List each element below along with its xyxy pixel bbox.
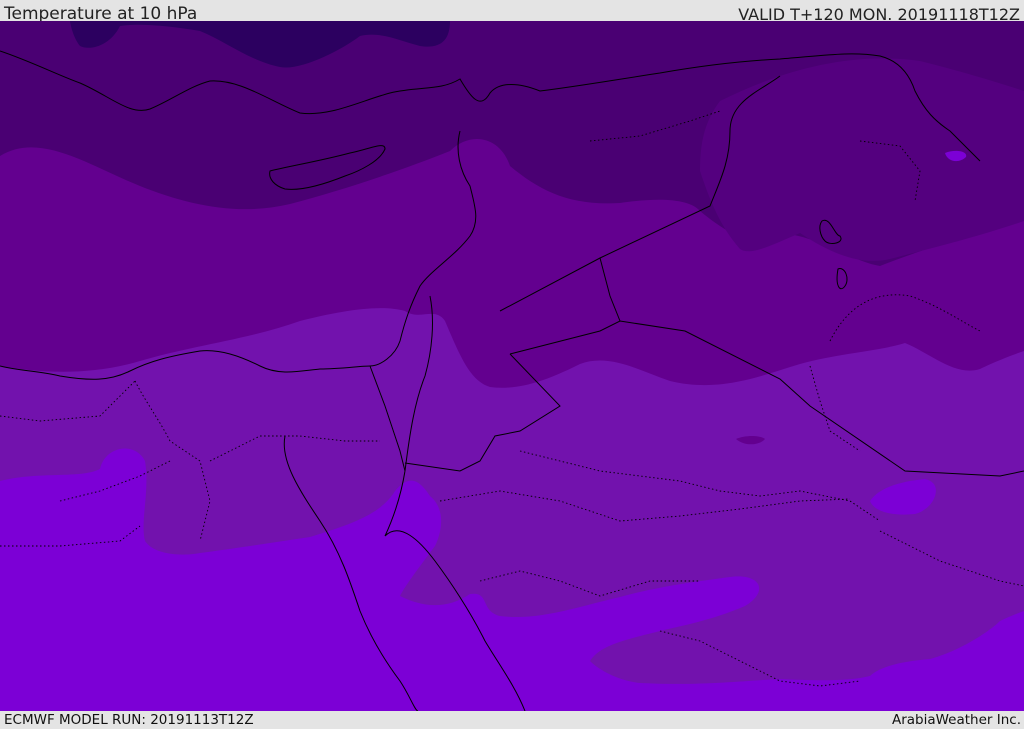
- footer-bar: ECMWF MODEL RUN: 20191113T12Z ArabiaWeat…: [0, 711, 1024, 729]
- weather-map: [0, 21, 1024, 711]
- credit-text: ArabiaWeather Inc.: [891, 712, 1021, 728]
- temperature-band-cold-east: [700, 58, 1024, 261]
- header-bar: Temperature at 10 hPa VALID T+120 MON. 2…: [0, 0, 1024, 24]
- model-run: ECMWF MODEL RUN: 20191113T12Z: [4, 712, 254, 728]
